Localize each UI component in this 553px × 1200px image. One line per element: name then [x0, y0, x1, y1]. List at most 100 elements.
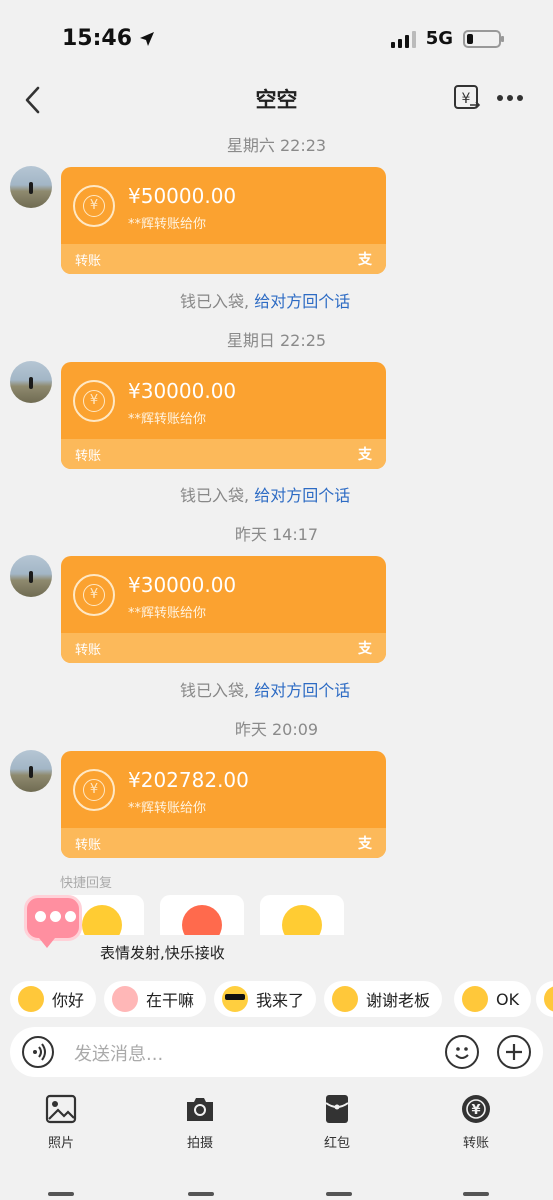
reply-link[interactable]: 给对方回个话 [254, 681, 350, 700]
alipay-icon: 支 [358, 836, 372, 852]
transfer-card-body: ¥ ¥50000.00 **辉转账给你 [61, 167, 386, 244]
more-icon[interactable] [495, 86, 525, 110]
transfer-card-icon: ¥ [73, 380, 115, 422]
quick-chip-label: 你好 [52, 991, 85, 1010]
curious-emoji-icon [112, 986, 138, 1012]
transfer-card-footer: 转账 支 [61, 439, 386, 469]
transfer-from: **辉转账给你 [128, 801, 207, 816]
quick-reply-tip: 表情发射,快乐接收 [100, 944, 225, 962]
emoji-icon [544, 986, 553, 1012]
alipay-icon: 支 [358, 447, 372, 463]
status-time-group: 15:46 [62, 26, 156, 51]
transfer-label: 转账 [75, 254, 102, 269]
quick-reply-label: 快捷回复 [60, 876, 113, 891]
message-input-bar: 发送消息... [10, 1027, 543, 1077]
avatar[interactable] [10, 361, 52, 403]
received-notice: 钱已入袋, 给对方回个话 [180, 288, 350, 312]
status-indicators: 5G [390, 28, 504, 49]
received-status: 钱已入袋, [180, 292, 250, 311]
received-notice: 钱已入袋, 给对方回个话 [180, 482, 350, 506]
transfer-card-footer: 转账 支 [61, 828, 386, 858]
transfer-from: **辉转账给你 [128, 606, 207, 621]
chat-bubble-icon[interactable] [24, 895, 82, 948]
reply-link[interactable]: 给对方回个话 [254, 486, 350, 505]
tool-label: 拍摄 [186, 1136, 213, 1151]
emoji-icon[interactable] [445, 1035, 479, 1069]
received-status: 钱已入袋, [180, 486, 250, 505]
timestamp: 星期日 22:25 [226, 331, 327, 350]
battery-icon [463, 29, 504, 48]
transfer-icon: ¥ [462, 1095, 490, 1123]
quick-chip-label: 在干嘛 [146, 991, 195, 1010]
transfer-record-icon[interactable]: ¥ [453, 84, 481, 112]
photo-icon [45, 1094, 77, 1124]
transfer-amount: ¥202782.00 [128, 768, 249, 792]
plus-icon[interactable] [497, 1035, 531, 1069]
smile-emoji-icon [18, 986, 44, 1012]
transfer-card-footer: 转账 支 [61, 244, 386, 274]
reply-link[interactable]: 给对方回个话 [254, 292, 350, 311]
quick-chip[interactable] [536, 981, 553, 1017]
quick-chip[interactable]: 在干嘛 [104, 981, 207, 1017]
transfer-from: **辉转账给你 [128, 217, 207, 232]
transfer-amount: ¥30000.00 [128, 379, 237, 403]
transfer-label: 转账 [75, 449, 102, 464]
tool-transfer[interactable]: ¥ 转账 [436, 1090, 516, 1151]
timestamp: 星期六 22:23 [226, 136, 327, 155]
sunglasses-emoji-icon [222, 986, 248, 1012]
transfer-card[interactable]: ¥ ¥30000.00 **辉转账给你 转账 支 [61, 362, 386, 469]
transfer-card-icon: ¥ [73, 769, 115, 811]
transfer-card-footer: 转账 支 [61, 633, 386, 663]
transfer-amount: ¥30000.00 [128, 573, 237, 597]
tool-label: 照片 [47, 1136, 74, 1151]
network-type: 5G [425, 28, 453, 49]
received-status: 钱已入袋, [180, 681, 250, 700]
alipay-icon: 支 [358, 252, 372, 268]
transfer-label: 转账 [75, 643, 102, 658]
transfer-card[interactable]: ¥ ¥30000.00 **辉转账给你 转账 支 [61, 556, 386, 663]
transfer-card[interactable]: ¥ ¥50000.00 **辉转账给你 转账 支 [61, 167, 386, 274]
timestamp: 昨天 14:17 [234, 525, 319, 544]
tool-photo[interactable]: 照片 [21, 1090, 101, 1151]
tool-camera[interactable]: 拍摄 [160, 1090, 240, 1151]
tool-label: 红包 [323, 1136, 350, 1151]
red-packet-icon [325, 1095, 349, 1123]
status-bar: 15:46 5G [0, 0, 553, 78]
tool-label: 转账 [462, 1136, 489, 1151]
transfer-card-body: ¥ ¥202782.00 **辉转账给你 [61, 751, 386, 828]
avatar[interactable] [10, 555, 52, 597]
alipay-icon: 支 [358, 641, 372, 657]
quick-chip-label: 我来了 [256, 991, 305, 1010]
toolbar-next-row [0, 1185, 553, 1200]
quick-chip-row: 你好 在干嘛 我来了 谢谢老板 OK [0, 981, 553, 1019]
quick-chip[interactable]: OK [454, 981, 532, 1017]
transfer-label: 转账 [75, 838, 102, 853]
transfer-card-icon: ¥ [73, 574, 115, 616]
happy-emoji-icon [282, 905, 322, 935]
quick-chip[interactable]: 你好 [10, 981, 97, 1017]
thanks-emoji-icon [332, 986, 358, 1012]
battery-level [467, 33, 473, 44]
status-time: 15:46 [62, 26, 133, 51]
timestamp: 昨天 20:09 [234, 720, 319, 739]
transfer-from: **辉转账给你 [128, 412, 207, 427]
message-input[interactable]: 发送消息... [74, 1040, 163, 1066]
voice-icon[interactable] [22, 1036, 54, 1068]
avatar[interactable] [10, 166, 52, 208]
action-toolbar: 照片 拍摄 红包 ¥ 转账 [0, 1090, 553, 1160]
transfer-card-body: ¥ ¥30000.00 **辉转账给你 [61, 362, 386, 439]
svg-text:¥: ¥ [462, 91, 471, 107]
sticker-option[interactable] [160, 895, 244, 935]
quick-chip-label: 谢谢老板 [366, 991, 431, 1010]
quick-chip[interactable]: 我来了 [214, 981, 317, 1017]
laugh-emoji-icon [182, 905, 222, 935]
received-notice: 钱已入袋, 给对方回个话 [180, 677, 350, 701]
tool-red-packet[interactable]: 红包 [297, 1090, 377, 1151]
svg-text:¥: ¥ [471, 1103, 480, 1118]
ok-emoji-icon [462, 986, 488, 1012]
sticker-option[interactable] [260, 895, 344, 935]
avatar[interactable] [10, 750, 52, 792]
nav-bar: 空空 ¥ [0, 78, 553, 122]
quick-chip[interactable]: 谢谢老板 [324, 981, 443, 1017]
transfer-card[interactable]: ¥ ¥202782.00 **辉转账给你 转账 支 [61, 751, 386, 858]
